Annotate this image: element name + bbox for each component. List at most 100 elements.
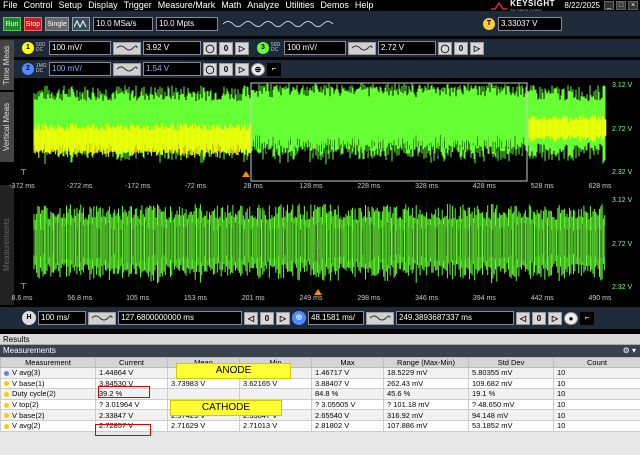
waveform-display[interactable]: ③ ⊤ ⊤ -372 ms -272 ms -172 ms -72 ms 28 ms 12… [9, 79, 611, 311]
sample-rate-field[interactable]: 10.0 MSa/s [93, 16, 153, 31]
channel-1-offset[interactable]: 3.92 V [143, 41, 201, 55]
menu-display[interactable]: Display [85, 0, 121, 11]
table-cell: V avg(2) [0, 419, 96, 432]
channel-3-scale-knob[interactable] [348, 41, 376, 55]
menu-file[interactable]: File [0, 0, 21, 11]
settings-icon[interactable]: ⚙ ▾ [623, 345, 636, 357]
waveform-icon [91, 315, 113, 321]
table-row[interactable]: V base(1) 3.84530 V 3.73983 V 3.62165 V 3.88… [0, 377, 640, 390]
table-row[interactable]: V base(2)2.33847 V2.57429 V2.33847 V2.65… [0, 409, 640, 421]
channel-1-scale[interactable]: 100 mV/ [49, 41, 111, 55]
table-row[interactable]: Duty cycle(2) 39.2 % 84.8 % 45.6 % 19.1 % 10 [0, 388, 640, 400]
minimize-icon[interactable]: _ [604, 1, 614, 10]
position-zero[interactable]: 0 [260, 311, 274, 325]
horizontal-position[interactable]: 127.6800000000 ms [118, 311, 242, 325]
channel-3-marker: ③ [314, 241, 322, 251]
vertical-meas-tab[interactable]: Vertical Meas [0, 92, 14, 162]
table-cell: V avg(3) [0, 367, 96, 379]
channel-2-scale[interactable]: 100 mV/ [49, 62, 111, 76]
channel-1-badge[interactable]: 1 [22, 42, 34, 54]
cell-text: 3.62165 V [243, 378, 278, 388]
zoom-left[interactable]: ◁ [516, 311, 530, 325]
measurements-tab[interactable]: Measurements [0, 185, 14, 305]
column-header[interactable]: Std Dev [468, 357, 554, 368]
table-cell: V base(2) [0, 409, 96, 421]
channel-2-scale-knob[interactable] [113, 62, 141, 76]
zoom-zero[interactable]: 0 [532, 311, 546, 325]
time-tick-label: 128 ms [299, 183, 323, 190]
table-cell: 2.33847 V [95, 409, 168, 421]
cell-text: V avg(3) [12, 368, 41, 378]
channel-3-offset-up[interactable]: ◯ [438, 41, 452, 55]
horizontal-badge[interactable]: H [22, 311, 36, 325]
channel-1-offset-right[interactable]: ▷ [235, 41, 249, 55]
waveform-icon [351, 45, 373, 51]
column-header[interactable]: Measurement [0, 357, 96, 368]
menu-help[interactable]: Help [352, 0, 377, 11]
stop-button[interactable]: Stop [24, 16, 42, 31]
channel-3-offset[interactable]: 2.72 V [378, 41, 436, 55]
maximize-icon[interactable]: □ [616, 1, 626, 10]
horizontal-scale[interactable]: 100 ms/ [38, 311, 86, 325]
run-button[interactable]: Run [3, 16, 21, 31]
channel-2-offset-right[interactable]: ▷ [235, 62, 249, 76]
menu-demos[interactable]: Demos [317, 0, 352, 11]
add-channel-button[interactable]: ⊕ [251, 62, 265, 76]
cell-text: 10 [557, 378, 566, 388]
channel-2-offset[interactable]: 1.54 V [143, 62, 201, 76]
channel-1-scale-knob[interactable] [113, 41, 141, 55]
channel-1-offset-down[interactable]: 0 [219, 41, 233, 55]
table-row[interactable]: V avg(3) 1.44864 V 1.46717 V 18.5229 mV 5.80… [0, 367, 640, 379]
close-icon[interactable]: × [628, 1, 638, 10]
channel-3-badge[interactable]: 3 [257, 42, 269, 54]
table-row[interactable]: V top(2) ? 3.01964 V ? 3.05505 V ? 101.18 m… [0, 398, 640, 411]
menu-analyze[interactable]: Analyze [244, 0, 282, 11]
zoom-badge[interactable]: ◎ [292, 311, 306, 325]
date-display: 8/22/2025 [564, 1, 600, 10]
zoom-scale[interactable]: 48.1581 ms/ [308, 311, 364, 325]
channel-1-offset-up[interactable]: ◯ [203, 41, 217, 55]
column-header[interactable]: Count [553, 357, 640, 368]
menu-math[interactable]: Math [218, 0, 244, 11]
channel-2-offset-down[interactable]: 0 [219, 62, 233, 76]
single-button[interactable]: Single [45, 16, 69, 31]
pin-icon[interactable]: ⌐ [580, 311, 594, 325]
table-cell: 2.71629 V [167, 419, 240, 432]
channel-2-offset-up[interactable]: ◯ [203, 62, 217, 76]
zoom-right[interactable]: ▷ [548, 311, 562, 325]
column-header[interactable]: Max [311, 357, 384, 368]
channel-3-offset-right[interactable]: ▷ [470, 41, 484, 55]
time-tick-label: 28 ms [243, 183, 263, 190]
channel-3-offset-down[interactable]: 0 [454, 41, 468, 55]
trigger-badge[interactable]: T [483, 17, 495, 30]
upper-waveforms [33, 83, 607, 165]
table-cell: 10 [553, 398, 640, 411]
trigger-marker-lower: ⊤ [20, 282, 27, 291]
menu-utilities[interactable]: Utilities [282, 0, 317, 11]
menu-measure-mark[interactable]: Measure/Mark [155, 0, 219, 11]
zoom-position[interactable]: 249.3893687337 ms [396, 311, 514, 325]
channel-3-scale[interactable]: 100 mV/ [284, 41, 346, 55]
column-header[interactable]: Current [95, 357, 168, 368]
channel-2-badge[interactable]: 2 [22, 63, 34, 75]
menu-setup[interactable]: Setup [56, 0, 86, 11]
table-cell: 10 [553, 419, 640, 432]
trigger-position-upper-icon [242, 171, 250, 177]
position-left[interactable]: ◁ [244, 311, 258, 325]
column-header[interactable]: Range (Max-Min) [383, 357, 469, 368]
zoom-scale-knob[interactable] [366, 311, 394, 325]
lock-icon[interactable]: ● [564, 311, 578, 325]
channel-row-2: 2 1MΩ DC 100 mV/ 1.54 V ◯ 0 ▷ ⊕ ⌐ [0, 60, 640, 78]
waveform-canvas: ③ ⊤ ⊤ [20, 82, 607, 295]
menu-trigger[interactable]: Trigger [121, 0, 155, 11]
horizontal-scale-knob[interactable] [88, 311, 116, 325]
menu-control[interactable]: Control [21, 0, 56, 11]
waveform-icon [116, 45, 138, 51]
cell-text: ? 3.01964 V [99, 400, 140, 410]
time-meas-tab[interactable]: Time Meas [0, 40, 14, 90]
position-right[interactable]: ▷ [276, 311, 290, 325]
memory-depth-field[interactable]: 10.0 Mpts [156, 16, 218, 31]
autoscale-button[interactable] [72, 16, 90, 31]
pin-icon[interactable]: ⌐ [267, 62, 281, 76]
trigger-level-field[interactable]: 3.33037 V [498, 16, 562, 31]
